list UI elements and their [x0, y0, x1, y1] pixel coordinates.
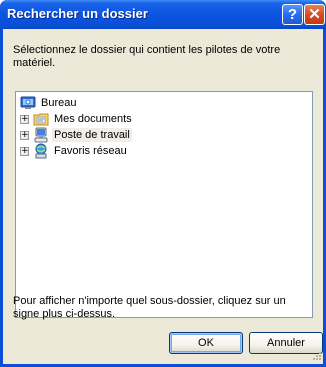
- title-bar[interactable]: Rechercher un dossier ? ✕: [0, 0, 326, 29]
- expand-plus-icon[interactable]: +: [20, 114, 29, 124]
- my-documents-folder-icon: [33, 111, 49, 127]
- tree-item-label: Favoris réseau: [54, 145, 127, 157]
- expand-plus-icon[interactable]: +: [20, 130, 29, 140]
- window-title: Rechercher un dossier: [7, 6, 148, 21]
- folder-tree[interactable]: Bureau + Mes documents + Poste de travai…: [15, 91, 313, 318]
- tree-item-poste-de-travail[interactable]: + Poste de travail: [20, 127, 132, 143]
- instructions-text: Sélectionnez le dossier qui contient les…: [13, 44, 281, 69]
- network-places-icon: [33, 143, 49, 159]
- close-button[interactable]: ✕: [304, 4, 325, 25]
- dialog-body: Sélectionnez le dossier qui contient les…: [3, 29, 323, 364]
- hint-text: Pour afficher n'importe quel sous-dossie…: [13, 295, 286, 320]
- expand-plus-icon[interactable]: +: [20, 146, 29, 156]
- ok-button[interactable]: OK: [169, 332, 243, 354]
- tree-item-label: Mes documents: [54, 113, 132, 125]
- tree-item-mes-documents[interactable]: + Mes documents: [20, 111, 134, 127]
- tree-item-favoris-reseau[interactable]: + Favoris réseau: [20, 143, 129, 159]
- tree-item-label: Poste de travail: [52, 128, 132, 142]
- help-button[interactable]: ?: [282, 4, 303, 25]
- desktop-icon: [20, 95, 36, 111]
- dialog-window: Rechercher un dossier ? ✕ Sélectionnez l…: [0, 0, 326, 367]
- tree-item-bureau[interactable]: Bureau: [20, 95, 78, 111]
- tree-item-label: Bureau: [41, 97, 77, 109]
- resize-grip-icon[interactable]: [310, 351, 322, 363]
- my-computer-icon: [33, 127, 49, 143]
